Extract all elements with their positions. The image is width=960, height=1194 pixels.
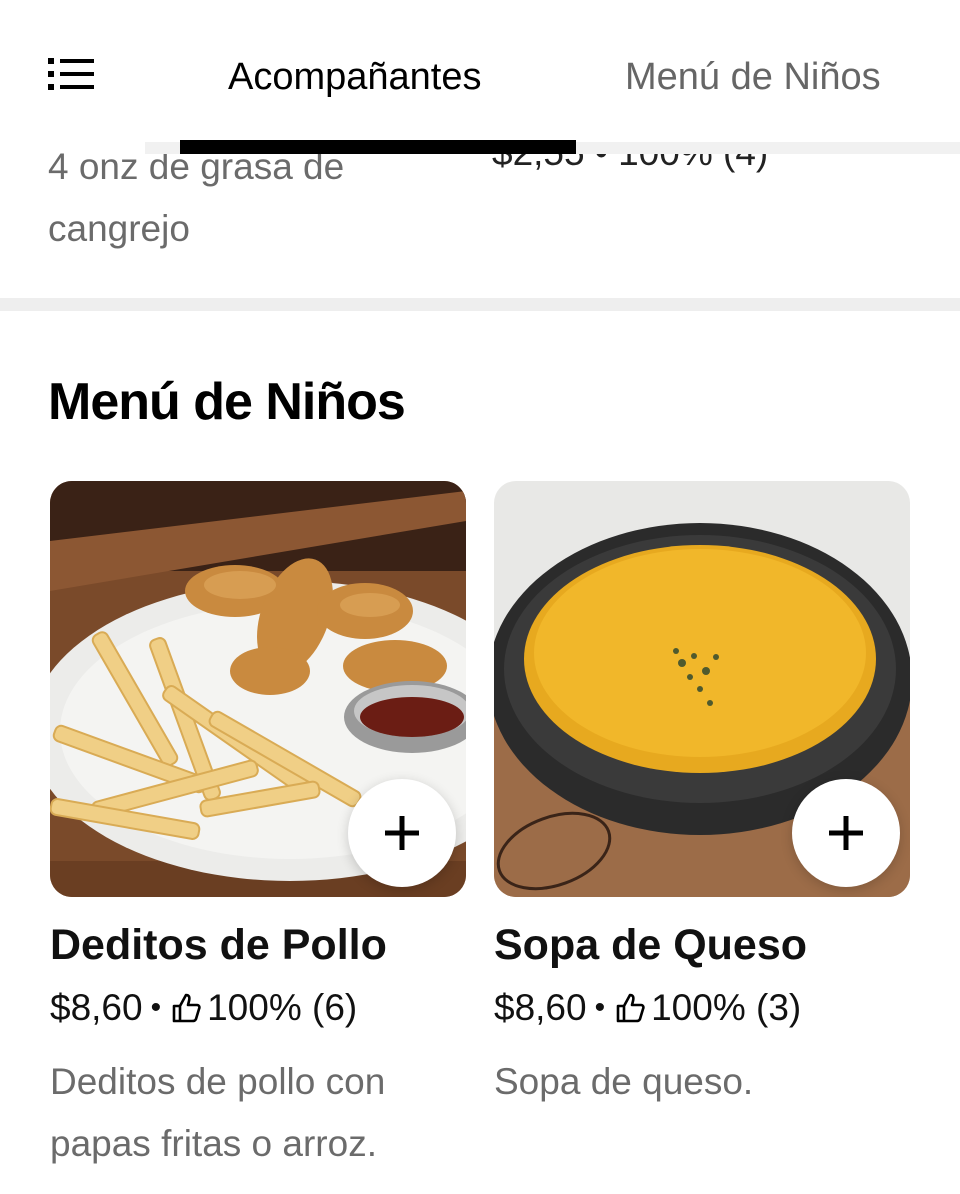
item-rating: 100% (6) [207, 987, 358, 1028]
cheese-soup-bowl-image[interactable] [494, 481, 910, 897]
separator-dot: • [150, 991, 162, 1024]
menu-item-card[interactable]: Deditos de Pollo $8,60 • 100% (6) Dedito… [50, 481, 468, 1175]
item-meta: $8,60 • 100% (6) [50, 985, 468, 1031]
tab-acompanantes[interactable]: Acompañantes [228, 52, 482, 102]
section-divider [0, 298, 960, 311]
section-title: Menú de Niños [48, 373, 406, 431]
plus-icon [829, 816, 863, 850]
list-icon[interactable] [48, 56, 96, 100]
item-description: Deditos de pollo con papas fritas o arro… [50, 1061, 386, 1164]
previous-item-description: 4 onz de grasa de cangrejo [48, 146, 345, 249]
item-description: Sopa de queso. [494, 1061, 754, 1102]
item-rating: 100% (3) [651, 987, 802, 1028]
category-tab-bar: Acompañantes Menú de Niños [0, 0, 960, 142]
item-name: Sopa de Queso [494, 921, 808, 969]
item-price: $8,60 [494, 987, 587, 1028]
thumbs-up-icon [169, 991, 203, 1025]
plus-icon [385, 816, 419, 850]
active-tab-indicator [180, 140, 576, 154]
tab-menu-de-ninos[interactable]: Menú de Niños [625, 52, 881, 102]
separator-dot: • [594, 991, 606, 1024]
add-to-cart-button[interactable] [792, 779, 900, 887]
thumbs-up-icon [613, 991, 647, 1025]
item-price: $8,60 [50, 987, 143, 1028]
add-to-cart-button[interactable] [348, 779, 456, 887]
chicken-fingers-and-fries-image[interactable] [50, 481, 466, 897]
item-name: Deditos de Pollo [50, 921, 387, 969]
menu-item-card[interactable]: Sopa de Queso $8,60 • 100% (3) Sopa de q… [494, 481, 912, 1113]
item-meta: $8,60 • 100% (3) [494, 985, 912, 1031]
